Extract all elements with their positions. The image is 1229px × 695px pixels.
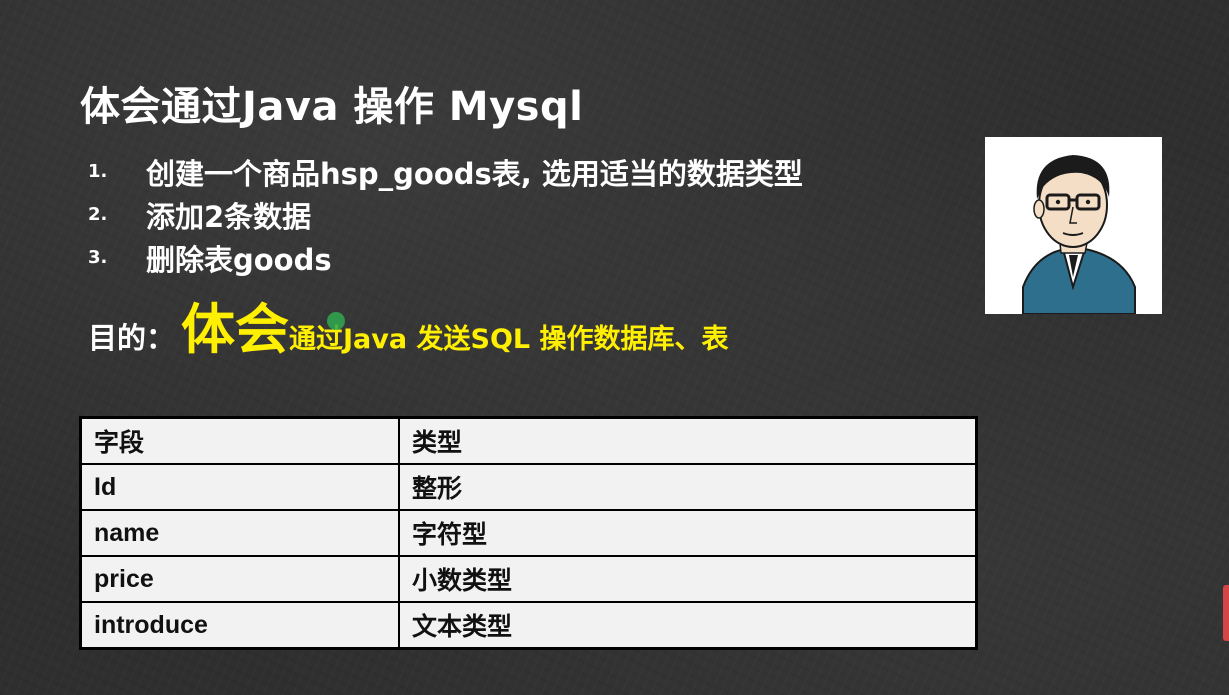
- table-cell-field: Id: [79, 463, 400, 511]
- purpose-label: 目的：: [88, 321, 176, 355]
- table-row: introduce 文本类型: [79, 601, 978, 650]
- task-text: 添加2条数据: [146, 199, 312, 234]
- task-number: 2.: [88, 204, 108, 225]
- table-cell-field: price: [79, 555, 400, 603]
- task-text: 创建一个商品hsp_goods表, 选用适当的数据类型: [146, 156, 803, 191]
- task-text: 删除表goods: [146, 242, 332, 277]
- slide-title: 体会通过Java 操作 Mysql: [80, 84, 584, 130]
- purpose-emphasis: 体会: [181, 298, 290, 361]
- task-item: 1. 创建一个商品hsp_goods表, 选用适当的数据类型: [88, 150, 803, 193]
- table-row: Id 整形: [79, 463, 978, 511]
- table-header-cell: 类型: [398, 416, 978, 465]
- table-cell-type: 小数类型: [398, 555, 978, 603]
- table-row: price 小数类型: [79, 555, 978, 603]
- presenter-portrait-icon: [985, 137, 1162, 314]
- purpose-text: 通过Java 发送SQL 操作数据库、表: [289, 324, 729, 355]
- green-cursor-dot-icon: [327, 312, 345, 330]
- task-number: 3.: [88, 247, 108, 268]
- task-item: 3. 删除表goods: [88, 236, 803, 279]
- table-cell-type: 文本类型: [398, 601, 978, 650]
- side-panel-tab[interactable]: [1223, 585, 1229, 641]
- purpose-line: 目的： 体会 通过Java 发送SQL 操作数据库、表: [88, 285, 729, 364]
- task-list: 1. 创建一个商品hsp_goods表, 选用适当的数据类型 2. 添加2条数据…: [88, 150, 803, 279]
- table-cell-type: 字符型: [398, 509, 978, 557]
- table-header-cell: 字段: [79, 416, 400, 465]
- table-cell-type: 整形: [398, 463, 978, 511]
- task-number: 1.: [88, 161, 108, 182]
- task-item: 2. 添加2条数据: [88, 193, 803, 236]
- field-type-table: 字段 类型 Id 整形 name 字符型 price 小数类型 introduc…: [79, 416, 978, 650]
- table-cell-field: introduce: [79, 601, 400, 650]
- table-cell-field: name: [79, 509, 400, 557]
- table-header-row: 字段 类型: [79, 416, 978, 465]
- table-row: name 字符型: [79, 509, 978, 557]
